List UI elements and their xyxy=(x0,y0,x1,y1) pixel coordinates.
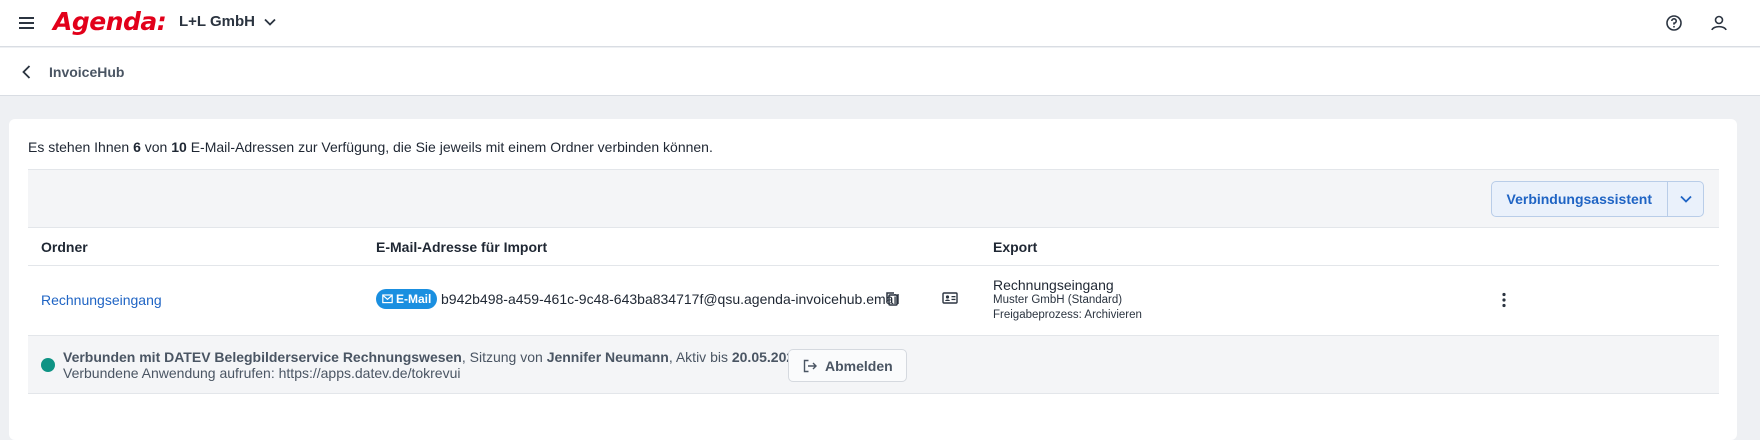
hamburger-menu-icon[interactable] xyxy=(16,12,38,34)
page-title: InvoiceHub xyxy=(49,64,125,80)
connected-service: Verbunden mit DATEV Belegbilderservice R… xyxy=(63,349,462,365)
logout-icon xyxy=(803,359,817,372)
connection-assistant-button[interactable]: Verbindungsassistent xyxy=(1492,182,1667,216)
info-total-count: 10 xyxy=(171,139,187,155)
table-row: Rechnungseingang E-Mail b942b498-a459-46… xyxy=(28,266,1719,336)
back-arrow-icon[interactable] xyxy=(16,61,38,83)
info-middle: von xyxy=(140,139,172,155)
column-header-email: E-Mail-Adresse für Import xyxy=(376,239,548,255)
company-selector[interactable]: L+L GmbH xyxy=(179,13,277,30)
info-text: Es stehen Ihnen 6 von 10 E-Mail-Adressen… xyxy=(28,139,713,155)
export-company: Muster GmbH (Standard) xyxy=(993,294,1123,306)
contact-card-icon[interactable] xyxy=(941,289,959,307)
breadcrumb-bar: InvoiceHub xyxy=(0,48,1760,96)
envelope-icon xyxy=(382,294,393,304)
connection-status-text: Verbunden mit DATEV Belegbilderservice R… xyxy=(63,349,866,365)
email-badge-label: E-Mail xyxy=(396,292,432,306)
session-user: Jennifer Neumann xyxy=(546,349,669,365)
connection-status-row: Verbunden mit DATEV Belegbilderservice R… xyxy=(28,336,1719,394)
logout-label: Abmelden xyxy=(825,357,893,374)
info-suffix: E-Mail-Adressen zur Verfügung, die Sie j… xyxy=(186,139,713,155)
column-header-export: Export xyxy=(993,239,1038,255)
info-prefix: Es stehen Ihnen xyxy=(28,139,134,155)
active-prefix: , Aktiv bis xyxy=(668,349,732,365)
user-icon[interactable] xyxy=(1708,12,1730,34)
chevron-down-icon xyxy=(264,18,276,26)
email-badge: E-Mail xyxy=(376,289,438,309)
info-available-count: 6 xyxy=(133,139,141,155)
logout-button[interactable]: Abmelden xyxy=(788,349,907,382)
folder-table: Verbindungsassistent Ordner E-Mail-Adres… xyxy=(28,169,1719,394)
status-indicator xyxy=(41,358,55,372)
main-card: Es stehen Ihnen 6 von 10 E-Mail-Adressen… xyxy=(9,119,1737,440)
connection-assistant-split-button: Verbindungsassistent xyxy=(1490,181,1704,217)
export-process: Freigabeprozess: Archivieren xyxy=(993,309,1142,321)
export-title: Rechnungseingang xyxy=(993,277,1114,293)
column-header-folder: Ordner xyxy=(41,239,88,255)
help-icon[interactable] xyxy=(1663,12,1685,34)
table-header: Ordner E-Mail-Adresse für Import Export xyxy=(28,228,1719,266)
more-options-icon[interactable] xyxy=(1494,290,1514,310)
company-name: L+L GmbH xyxy=(179,13,255,30)
connected-app-link[interactable]: Verbundene Anwendung aufrufen: https://a… xyxy=(63,365,460,381)
import-email-address: b942b498-a459-461c-9c48-643ba834717f@qsu… xyxy=(441,291,900,307)
session-prefix: , Sitzung von xyxy=(461,349,547,365)
folder-link[interactable]: Rechnungseingang xyxy=(41,292,162,308)
table-toolbar: Verbindungsassistent xyxy=(28,169,1719,228)
connection-assistant-dropdown[interactable] xyxy=(1667,182,1703,216)
top-bar: Agenda: L+L GmbH xyxy=(0,0,1760,47)
agenda-logo[interactable]: Agenda: xyxy=(53,7,167,36)
copy-icon[interactable] xyxy=(883,290,901,308)
chevron-down-icon xyxy=(1679,195,1692,203)
